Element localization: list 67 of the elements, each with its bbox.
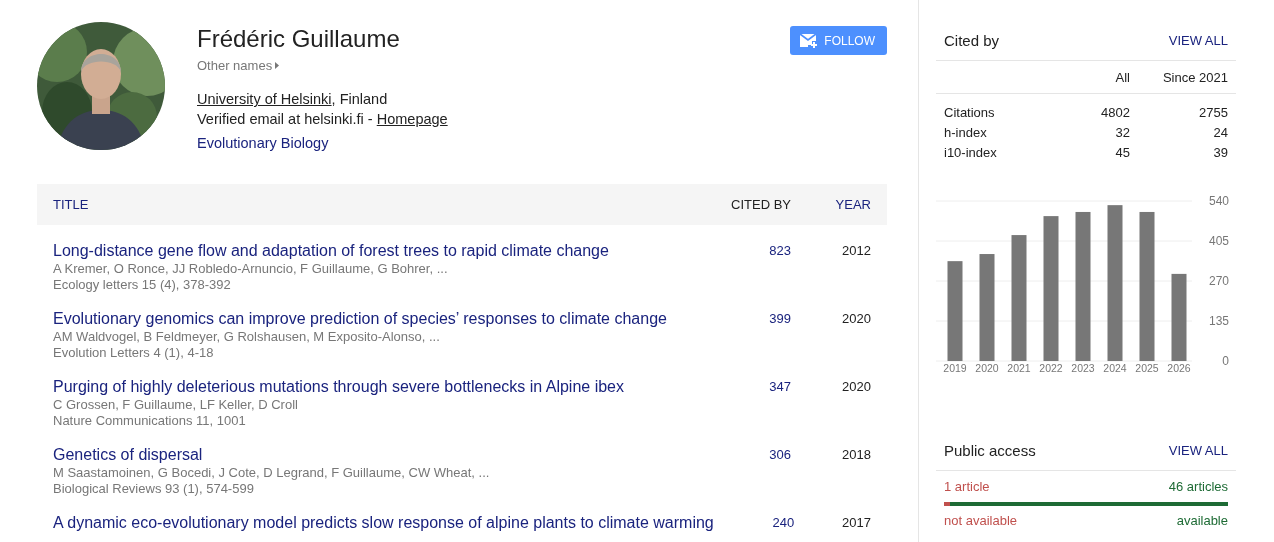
other-names-link[interactable]: Other names — [197, 58, 280, 73]
available-count[interactable]: 46 articles — [1168, 479, 1228, 494]
article-authors: C Grossen, F Guillaume, LF Keller, D Croll — [53, 397, 299, 413]
year-label: 2019 — [943, 362, 967, 374]
cited-by-count-link[interactable]: 823 — [769, 241, 791, 261]
year-text: 2018 — [842, 446, 871, 464]
cited-by-count-link[interactable]: 240 — [772, 513, 795, 533]
year-label: 2026 — [1167, 362, 1191, 374]
year-label: 2022 — [1039, 362, 1063, 374]
article-title-link[interactable]: Purging of highly deleterious mutations through severe bottlenecks in Alpine ibex — [53, 377, 707, 397]
available-label: available — [1176, 513, 1228, 528]
affiliation-text: University of Helsinki, Finland — [197, 90, 389, 109]
year-text: 2020 — [842, 310, 871, 328]
article-venue: Biological Reviews 93 (1), 574-599 — [53, 481, 255, 497]
metric-value: 39 — [1213, 144, 1228, 160]
interest-link[interactable]: Evolutionary Biology — [197, 135, 791, 151]
axis-tick-label: 135 — [1208, 314, 1229, 328]
axis-tick-label: 405 — [1208, 234, 1229, 248]
cited-by-count-link[interactable]: 347 — [769, 377, 791, 397]
metric-label: i10-index — [944, 144, 997, 160]
metric-value: 2755 — [1199, 104, 1228, 120]
metric-value: 32 — [1115, 124, 1130, 140]
metric-value: 4802 — [1101, 104, 1130, 120]
axis-tick-label: 540 — [1208, 194, 1229, 208]
column-sort-link[interactable]: YEAR — [835, 197, 871, 212]
year-text: 2020 — [842, 378, 871, 396]
year-text: 2017 — [842, 514, 871, 532]
unavailable-count[interactable]: 1 article — [944, 479, 990, 494]
view-all-link[interactable]: VIEW ALL — [1168, 32, 1228, 48]
unavailable-label: not available — [944, 513, 1017, 528]
cited-by-count-link[interactable]: 399 — [769, 309, 791, 329]
metric-value: 24 — [1213, 124, 1228, 140]
column-sort-link[interactable]: TITLE — [53, 197, 89, 212]
year-label: 2023 — [1071, 362, 1095, 374]
article-title-link[interactable]: Evolutionary genomics can improve prediction of species’ responses to climate change — [53, 309, 707, 329]
cited-by-count-link[interactable]: 306 — [769, 445, 791, 465]
axis-tick-label: 270 — [1208, 274, 1229, 288]
column-header: Since 2021 — [1162, 69, 1228, 85]
year-text: 2012 — [842, 242, 871, 260]
year-label: 2025 — [1135, 362, 1159, 374]
article-authors: A Kremer, O Ronce, JJ Robledo-Arnuncio, F Guillaume, G Bohrer, ... — [53, 261, 449, 277]
metric-label: h-index — [944, 124, 987, 140]
year-label: 2024 — [1103, 362, 1127, 374]
article-venue: Evolution Letters 4 (1), 4-18 — [53, 345, 215, 361]
metric-value: 45 — [1115, 144, 1130, 160]
article-title-link[interactable]: Genetics of dispersal — [53, 445, 707, 465]
mail-plus-icon — [799, 32, 820, 49]
profile-name: Frédéric Guillaume — [197, 24, 401, 54]
section-title: Public access — [944, 441, 1036, 459]
section-title: Cited by — [944, 31, 1000, 49]
view-all-link[interactable]: VIEW ALL — [1168, 442, 1228, 458]
axis-tick-label: 0 — [1222, 354, 1229, 368]
institution-link[interactable]: University of Helsinki — [197, 91, 332, 107]
article-authors: AM Waldvogel, B Feldmeyer, G Rolshausen, M Exposito-Alonso, ... — [53, 329, 441, 345]
column-header: All — [1115, 69, 1130, 85]
homepage-link[interactable]: Homepage — [376, 111, 448, 127]
year-label: 2021 — [1007, 362, 1031, 374]
metric-label: Citations — [944, 104, 995, 120]
article-title-link[interactable]: A dynamic eco-evolutionary model predicts slow response of alpine plants to climate warming — [53, 513, 714, 533]
article-title-link[interactable]: Long-distance gene flow and adaptation of forest trees to rapid climate change — [53, 241, 707, 261]
article-authors: M Saastamoinen, G Bocedi, J Cote, D Legrand, F Guillaume, CW Wheat, ... — [53, 465, 491, 481]
article-venue: Nature Communications 11, 1001 — [53, 413, 247, 429]
column-header: CITED BY — [731, 197, 791, 212]
year-label: 2020 — [975, 362, 999, 374]
article-venue: Ecology letters 15 (4), 378-392 — [53, 277, 232, 293]
caret-icon — [275, 62, 280, 69]
email-text: Verified email at helsinki.fi - Homepage — [197, 110, 449, 129]
